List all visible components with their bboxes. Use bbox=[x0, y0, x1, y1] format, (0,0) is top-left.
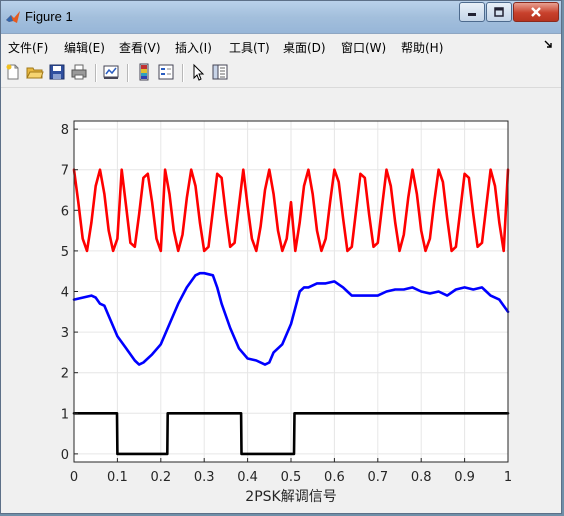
x-tick-label: 0 bbox=[70, 470, 78, 485]
y-tick-label: 1 bbox=[61, 407, 69, 422]
save-icon[interactable] bbox=[48, 63, 66, 81]
y-tick-label: 4 bbox=[61, 286, 69, 301]
x-tick-label: 0.4 bbox=[237, 470, 258, 485]
y-tick-label: 3 bbox=[61, 326, 69, 341]
menu-edit[interactable]: 编辑(E) bbox=[64, 39, 105, 56]
maximize-icon bbox=[494, 7, 504, 17]
menu-view[interactable]: 查看(V) bbox=[119, 39, 161, 56]
menu-file[interactable]: 文件(F) bbox=[8, 39, 48, 56]
y-tick-label: 5 bbox=[61, 245, 69, 260]
x-axis-label: 2PSK解调信号 bbox=[245, 489, 336, 505]
x-tick-label: 0.5 bbox=[281, 470, 302, 485]
open-file-icon[interactable] bbox=[26, 63, 44, 81]
toolbar-separator bbox=[95, 64, 97, 82]
edit-plot-icon[interactable] bbox=[189, 63, 207, 81]
link-plot-icon[interactable] bbox=[102, 63, 120, 81]
print-icon[interactable] bbox=[70, 63, 88, 81]
figure-window: Figure 1 文件(F) 编辑(E) 查看(V) 插入(I) 工具(T) 桌… bbox=[0, 0, 562, 514]
x-tick-label: 1 bbox=[504, 470, 512, 485]
title-bar[interactable]: Figure 1 bbox=[1, 1, 561, 34]
menu-help[interactable]: 帮助(H) bbox=[401, 39, 443, 56]
x-tick-label: 0.2 bbox=[150, 470, 171, 485]
x-tick-label: 0.6 bbox=[324, 470, 345, 485]
matlab-logo-icon bbox=[6, 11, 20, 23]
dock-figure-icon[interactable] bbox=[543, 39, 553, 49]
figure-canvas: 0 0.1 0.2 0.3 0.4 0.5 0.6 0.7 0.8 0.9 1 0 1 2 3 4 5 6 7 8 2… bbox=[2, 88, 558, 512]
y-tick-label: 0 bbox=[61, 448, 69, 463]
x-tick-label: 0.7 bbox=[367, 470, 388, 485]
menu-tools[interactable]: 工具(T) bbox=[229, 39, 270, 56]
x-tick-label: 0.9 bbox=[454, 470, 475, 485]
minimize-button[interactable] bbox=[459, 2, 485, 22]
maximize-button[interactable] bbox=[486, 2, 512, 22]
y-tick-label: 7 bbox=[61, 164, 69, 179]
insert-legend-icon[interactable] bbox=[157, 63, 175, 81]
plot-area[interactable]: 0 0.1 0.2 0.3 0.4 0.5 0.6 0.7 0.8 0.9 1 0 1 2 3 4 5 6 7 8 2… bbox=[2, 88, 558, 512]
toolbar-separator bbox=[182, 64, 184, 82]
y-tick-label: 2 bbox=[61, 367, 69, 382]
x-tick-label: 0.8 bbox=[411, 470, 432, 485]
menu-window[interactable]: 窗口(W) bbox=[341, 39, 386, 56]
menu-insert[interactable]: 插入(I) bbox=[175, 39, 212, 56]
toolbar bbox=[1, 59, 561, 88]
x-tick-label: 0.1 bbox=[107, 470, 128, 485]
insert-colorbar-icon[interactable] bbox=[135, 63, 153, 81]
new-figure-icon[interactable] bbox=[4, 63, 22, 81]
window-title: Figure 1 bbox=[25, 9, 73, 24]
property-inspector-icon[interactable] bbox=[211, 63, 229, 81]
y-tick-label: 6 bbox=[61, 204, 69, 219]
minimize-icon bbox=[468, 13, 476, 16]
menu-bar: 文件(F) 编辑(E) 查看(V) 插入(I) 工具(T) 桌面(D) 窗口(W… bbox=[1, 34, 561, 58]
y-tick-label: 8 bbox=[61, 123, 69, 138]
x-tick-label: 0.3 bbox=[194, 470, 215, 485]
close-button[interactable] bbox=[513, 2, 559, 22]
close-icon bbox=[531, 7, 541, 17]
menu-desktop[interactable]: 桌面(D) bbox=[283, 39, 326, 56]
toolbar-separator bbox=[127, 64, 129, 82]
